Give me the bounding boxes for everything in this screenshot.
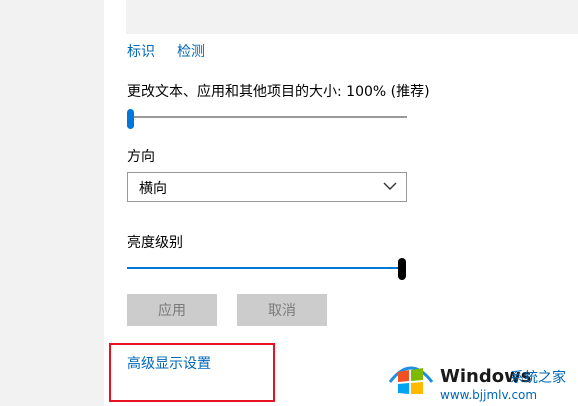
- detect-link[interactable]: 检测: [177, 41, 205, 61]
- watermark-url: www.bjjmlv.com: [440, 388, 538, 402]
- left-panel: [0, 0, 104, 406]
- display-preview-area[interactable]: [126, 0, 578, 34]
- scale-label: 更改文本、应用和其他项目的大小: 100% (推荐): [127, 84, 430, 100]
- identify-link[interactable]: 标识: [127, 41, 155, 61]
- chevron-down-icon: [383, 182, 397, 190]
- windows-logo-icon: [388, 366, 434, 394]
- orientation-dropdown[interactable]: 横向: [127, 172, 407, 202]
- scale-slider-track[interactable]: [127, 116, 407, 118]
- annotation-highlight-box: [109, 343, 275, 402]
- orientation-selected-value: 横向: [139, 181, 167, 197]
- apply-button[interactable]: 应用: [127, 294, 217, 326]
- brightness-label: 亮度级别: [127, 235, 183, 251]
- cancel-button[interactable]: 取消: [237, 294, 327, 326]
- watermark: Windows 系统之家 www.bjjmlv.com: [388, 350, 578, 406]
- brightness-slider-thumb[interactable]: [398, 258, 406, 280]
- brightness-slider-track[interactable]: [127, 267, 403, 269]
- scale-slider-thumb[interactable]: [127, 109, 134, 129]
- orientation-label: 方向: [127, 149, 155, 165]
- watermark-cn: 系统之家: [510, 370, 566, 386]
